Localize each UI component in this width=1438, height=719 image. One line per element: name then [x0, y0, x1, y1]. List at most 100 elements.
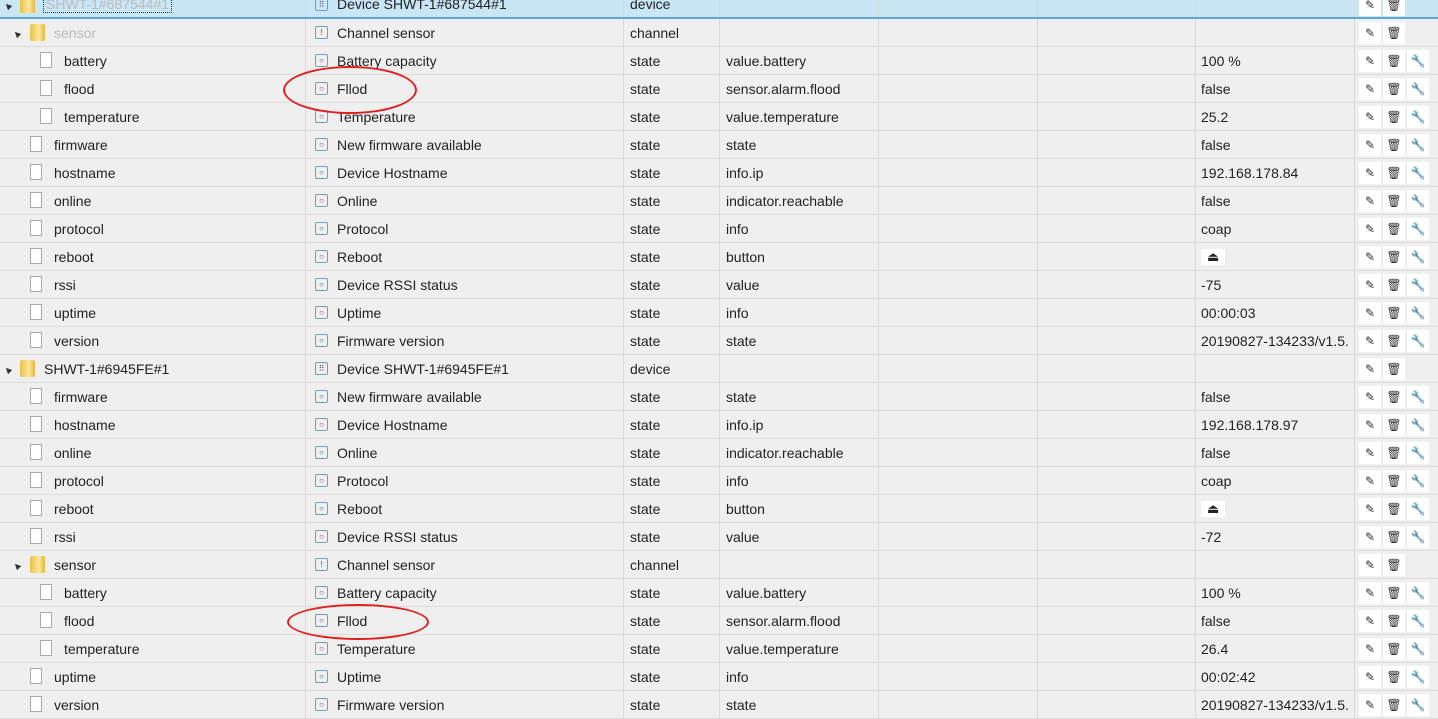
edit-button[interactable]: ✎: [1359, 442, 1381, 464]
table-row[interactable]: flood ○ Fllod state sensor.alarm.flood false ✎…: [0, 607, 1438, 635]
value-cell[interactable]: [1195, 19, 1355, 46]
delete-button[interactable]: 🗑: [1383, 78, 1405, 100]
settings-wrench-button[interactable]: 🔧: [1407, 414, 1429, 436]
value-cell[interactable]: coap: [1195, 467, 1355, 494]
reboot-button[interactable]: ⏏: [1201, 500, 1226, 517]
table-row[interactable]: rssi ○ Device RSSI status state value -72 ✎ 🗑 🔧: [0, 523, 1438, 551]
settings-wrench-button[interactable]: 🔧: [1407, 582, 1429, 604]
value-cell[interactable]: 26.4: [1195, 635, 1355, 662]
value-cell[interactable]: 20190827-134233/v1.5.: [1195, 691, 1355, 718]
expand-toggle-icon[interactable]: [3, 365, 13, 375]
id-cell[interactable]: firmware: [0, 383, 306, 410]
table-row[interactable]: version ○ Firmware version state state 201908…: [0, 327, 1438, 355]
id-cell[interactable]: rssi: [0, 523, 306, 550]
id-cell[interactable]: battery: [0, 579, 306, 606]
delete-button[interactable]: 🗑: [1383, 218, 1405, 240]
table-row[interactable]: firmware ○ New firmware available state stat…: [0, 383, 1438, 411]
settings-wrench-button[interactable]: 🔧: [1407, 162, 1429, 184]
id-cell[interactable]: hostname: [0, 411, 306, 438]
settings-wrench-button[interactable]: 🔧: [1407, 526, 1429, 548]
edit-button[interactable]: ✎: [1359, 106, 1381, 128]
delete-button[interactable]: 🗑: [1383, 582, 1405, 604]
edit-button[interactable]: ✎: [1359, 50, 1381, 72]
table-row[interactable]: hostname ○ Device Hostname state info.ip 192.…: [0, 411, 1438, 439]
value-cell[interactable]: 100 %: [1195, 47, 1355, 74]
id-cell[interactable]: flood: [0, 607, 306, 634]
edit-button[interactable]: ✎: [1359, 386, 1381, 408]
settings-wrench-button[interactable]: 🔧: [1407, 302, 1429, 324]
delete-button[interactable]: 🗑: [1383, 526, 1405, 548]
edit-button[interactable]: ✎: [1359, 554, 1381, 576]
edit-button[interactable]: ✎: [1359, 0, 1381, 16]
edit-button[interactable]: ✎: [1359, 330, 1381, 352]
delete-button[interactable]: 🗑: [1383, 386, 1405, 408]
edit-button[interactable]: ✎: [1359, 470, 1381, 492]
value-cell[interactable]: 00:00:03: [1195, 299, 1355, 326]
delete-button[interactable]: 🗑: [1383, 694, 1405, 716]
edit-button[interactable]: ✎: [1359, 498, 1381, 520]
table-row[interactable]: uptime ○ Uptime state info 00:02:42 ✎ 🗑 🔧: [0, 663, 1438, 691]
id-cell[interactable]: sensor: [0, 551, 306, 578]
value-cell[interactable]: 00:02:42: [1195, 663, 1355, 690]
id-cell[interactable]: version: [0, 691, 306, 718]
table-row[interactable]: reboot ○ Reboot state button ⏏ ✎ 🗑 🔧: [0, 495, 1438, 523]
table-row[interactable]: battery ○ Battery capacity state value.batte…: [0, 579, 1438, 607]
id-cell[interactable]: firmware: [0, 131, 306, 158]
delete-button[interactable]: 🗑: [1383, 358, 1405, 380]
value-cell[interactable]: [1195, 0, 1355, 17]
id-cell[interactable]: temperature: [0, 635, 306, 662]
edit-button[interactable]: ✎: [1359, 358, 1381, 380]
edit-button[interactable]: ✎: [1359, 666, 1381, 688]
edit-button[interactable]: ✎: [1359, 414, 1381, 436]
edit-button[interactable]: ✎: [1359, 162, 1381, 184]
settings-wrench-button[interactable]: 🔧: [1407, 498, 1429, 520]
value-cell[interactable]: false: [1195, 75, 1355, 102]
table-row[interactable]: rssi ○ Device RSSI status state value -75 ✎ 🗑 🔧: [0, 271, 1438, 299]
delete-button[interactable]: 🗑: [1383, 638, 1405, 660]
delete-button[interactable]: 🗑: [1383, 330, 1405, 352]
value-cell[interactable]: 192.168.178.84: [1195, 159, 1355, 186]
delete-button[interactable]: 🗑: [1383, 246, 1405, 268]
delete-button[interactable]: 🗑: [1383, 22, 1405, 44]
settings-wrench-button[interactable]: 🔧: [1407, 190, 1429, 212]
table-row[interactable]: battery ○ Battery capacity state value.batte…: [0, 47, 1438, 75]
delete-button[interactable]: 🗑: [1383, 162, 1405, 184]
id-cell[interactable]: battery: [0, 47, 306, 74]
table-row[interactable]: protocol ○ Protocol state info coap ✎ 🗑 🔧: [0, 467, 1438, 495]
edit-button[interactable]: ✎: [1359, 134, 1381, 156]
settings-wrench-button[interactable]: 🔧: [1407, 442, 1429, 464]
expand-toggle-icon[interactable]: [12, 29, 22, 39]
id-cell[interactable]: sensor: [0, 19, 306, 46]
settings-wrench-button[interactable]: 🔧: [1407, 666, 1429, 688]
table-row[interactable]: temperature ○ Temperature state value.temper…: [0, 103, 1438, 131]
table-row[interactable]: sensor! Channel sensor channel ✎ 🗑: [0, 19, 1438, 47]
settings-wrench-button[interactable]: 🔧: [1407, 610, 1429, 632]
table-row[interactable]: temperature ○ Temperature state value.temper…: [0, 635, 1438, 663]
delete-button[interactable]: 🗑: [1383, 554, 1405, 576]
settings-wrench-button[interactable]: 🔧: [1407, 330, 1429, 352]
table-row[interactable]: uptime ○ Uptime state info 00:00:03 ✎ 🗑 🔧: [0, 299, 1438, 327]
settings-wrench-button[interactable]: 🔧: [1407, 134, 1429, 156]
id-cell[interactable]: hostname: [0, 159, 306, 186]
value-cell[interactable]: false: [1195, 131, 1355, 158]
edit-button[interactable]: ✎: [1359, 302, 1381, 324]
id-cell[interactable]: protocol: [0, 215, 306, 242]
delete-button[interactable]: 🗑: [1383, 302, 1405, 324]
settings-wrench-button[interactable]: 🔧: [1407, 470, 1429, 492]
edit-button[interactable]: ✎: [1359, 246, 1381, 268]
edit-button[interactable]: ✎: [1359, 78, 1381, 100]
settings-wrench-button[interactable]: 🔧: [1407, 78, 1429, 100]
delete-button[interactable]: 🗑: [1383, 134, 1405, 156]
table-row[interactable]: version ○ Firmware version state state 201908…: [0, 691, 1438, 719]
table-row[interactable]: protocol ○ Protocol state info coap ✎ 🗑 🔧: [0, 215, 1438, 243]
edit-button[interactable]: ✎: [1359, 638, 1381, 660]
settings-wrench-button[interactable]: 🔧: [1407, 274, 1429, 296]
value-cell[interactable]: coap: [1195, 215, 1355, 242]
edit-button[interactable]: ✎: [1359, 610, 1381, 632]
table-row[interactable]: SHWT-1#687544#1 ⠿ Device SHWT-1#687544#1 de…: [0, 0, 1438, 19]
expand-toggle-icon[interactable]: [3, 1, 13, 11]
table-row[interactable]: sensor! Channel sensor channel ✎ 🗑: [0, 551, 1438, 579]
delete-button[interactable]: 🗑: [1383, 274, 1405, 296]
value-cell[interactable]: 100 %: [1195, 579, 1355, 606]
settings-wrench-button[interactable]: 🔧: [1407, 106, 1429, 128]
